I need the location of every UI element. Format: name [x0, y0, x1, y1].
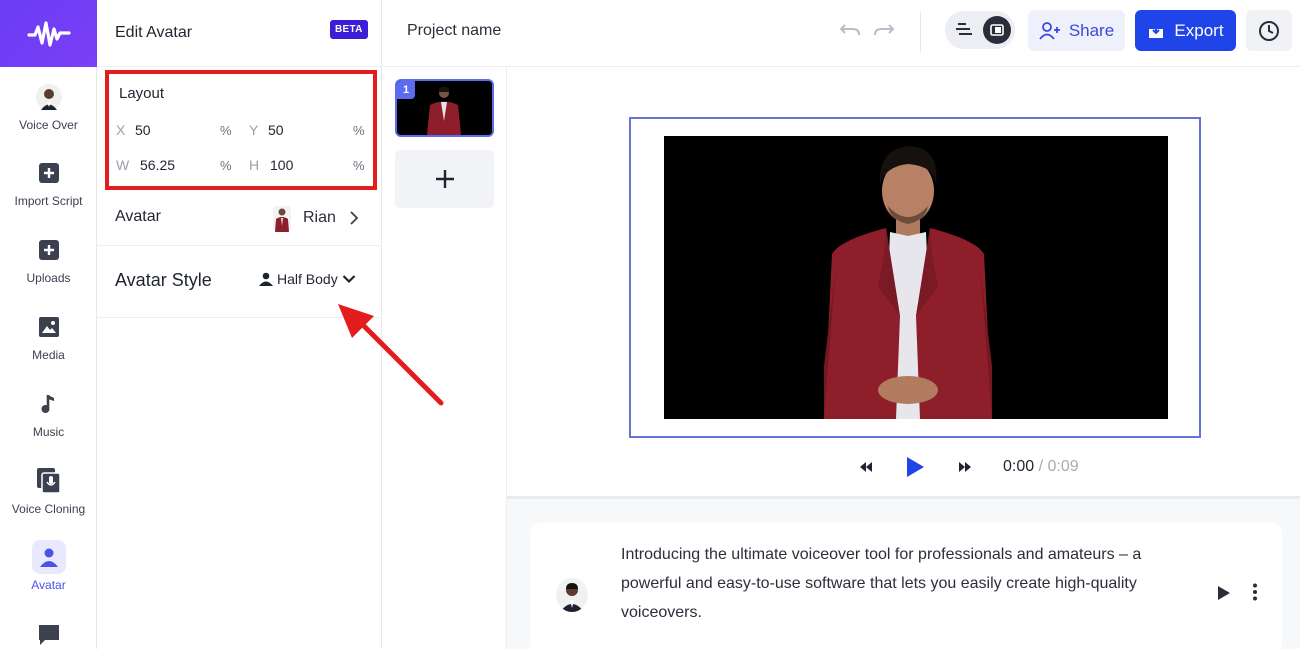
y-unit: % — [353, 123, 365, 138]
speaker-avatar[interactable] — [556, 578, 588, 612]
avatar-thumbnail — [273, 206, 291, 232]
share-label: Share — [1068, 20, 1115, 40]
slide-number: 1 — [397, 81, 415, 99]
script-card[interactable]: Introducing the ultimate voiceover tool … — [530, 523, 1282, 649]
top-bar: Project name Share Export — [382, 0, 1300, 67]
annotation-arrow — [338, 304, 444, 406]
timeline-view-icon[interactable] — [955, 21, 973, 42]
script-play-icon[interactable] — [1217, 585, 1231, 606]
rail-label: Music — [32, 425, 65, 439]
rail-media[interactable]: Media — [0, 310, 97, 362]
rail-label: Voice Over — [19, 118, 78, 132]
time-separator: / — [1034, 458, 1048, 475]
download-icon — [1149, 22, 1164, 38]
clock-icon — [1259, 20, 1279, 41]
chat-icon — [32, 618, 66, 649]
history-button[interactable] — [1246, 10, 1292, 51]
rail-label: Import Script — [14, 194, 83, 208]
rewind-icon[interactable] — [859, 460, 873, 478]
w-label: W — [116, 157, 130, 173]
avatar-style-dropdown[interactable]: Half Body — [259, 271, 356, 287]
more-options-icon[interactable] — [1252, 583, 1258, 606]
voice-cloning-icon — [32, 464, 66, 498]
rail-label: Avatar — [31, 578, 66, 592]
export-button[interactable]: Export — [1135, 10, 1236, 51]
view-toggle[interactable] — [945, 11, 1015, 49]
x-field[interactable]: X 50 — [116, 122, 151, 138]
canvas-frame[interactable] — [629, 117, 1201, 438]
rail-label: Media — [32, 348, 65, 362]
add-person-icon — [1039, 21, 1060, 40]
avatar-name: Rian — [303, 209, 336, 226]
rail-voice-over[interactable]: Voice Over — [0, 80, 97, 132]
avatar-photo-icon — [32, 80, 66, 114]
chevron-right-icon — [349, 211, 359, 230]
x-label: X — [116, 122, 126, 138]
rail-avatar[interactable]: Avatar — [0, 540, 97, 592]
export-label: Export — [1174, 20, 1224, 40]
person-icon — [259, 272, 273, 286]
x-value[interactable]: 50 — [135, 122, 151, 138]
chevron-down-icon — [342, 275, 355, 284]
w-unit: % — [220, 158, 232, 173]
image-icon — [32, 310, 66, 344]
w-value[interactable]: 56.25 — [140, 157, 175, 173]
avatar-label: Avatar — [115, 208, 161, 225]
project-name[interactable]: Project name — [407, 22, 501, 40]
rail-chat[interactable] — [0, 618, 97, 649]
rail-uploads[interactable]: Uploads — [0, 233, 97, 285]
rail-import-script[interactable]: Import Script — [0, 156, 97, 208]
share-button[interactable]: Share — [1028, 10, 1125, 51]
app-logo[interactable] — [0, 0, 97, 67]
avatar-video[interactable] — [664, 136, 1168, 419]
left-rail: Voice Over Import Script Uploads Media M… — [0, 0, 97, 649]
person-icon — [31, 540, 66, 574]
time-display: 0:00 / 0:09 — [1003, 458, 1079, 476]
avatar-selector-row[interactable]: Avatar Rian — [97, 190, 382, 246]
layout-title: Layout — [119, 85, 165, 102]
waveform-logo-icon — [26, 20, 71, 47]
panel-title: Edit Avatar — [115, 24, 193, 41]
play-icon[interactable] — [905, 456, 925, 483]
layout-section: Layout X 50 % Y 50 % W 56.25 % H 100 % — [105, 70, 377, 190]
music-note-icon — [32, 387, 66, 421]
rail-label: Uploads — [26, 271, 71, 285]
undo-icon[interactable] — [839, 21, 860, 42]
y-field[interactable]: Y 50 — [249, 122, 284, 138]
avatar-style-label: Avatar Style — [115, 270, 212, 290]
add-slide-button[interactable] — [395, 150, 494, 208]
plus-square-icon — [32, 156, 66, 190]
current-time: 0:00 — [1003, 458, 1035, 475]
plus-square-icon — [32, 233, 66, 267]
plus-icon — [435, 170, 454, 188]
h-unit: % — [353, 158, 365, 173]
playback-controls: 0:00 / 0:09 — [507, 452, 1300, 482]
h-field[interactable]: H 100 — [249, 157, 293, 173]
y-value[interactable]: 50 — [268, 122, 284, 138]
panel-header: Edit Avatar BETA — [97, 0, 381, 67]
x-unit: % — [220, 123, 232, 138]
script-area: Introducing the ultimate voiceover tool … — [507, 499, 1300, 649]
fast-forward-icon[interactable] — [958, 460, 972, 478]
avatar-figure — [664, 136, 1168, 419]
h-label: H — [249, 157, 260, 173]
y-label: Y — [249, 122, 259, 138]
slide-thumbnail[interactable]: 1 — [395, 79, 494, 137]
avatar-style-value: Half Body — [277, 271, 338, 287]
h-value[interactable]: 100 — [270, 157, 293, 173]
canvas-view-icon[interactable] — [983, 16, 1011, 44]
rail-voice-cloning[interactable]: Voice Cloning — [0, 464, 97, 516]
total-time: 0:09 — [1047, 458, 1079, 475]
beta-badge: BETA — [330, 20, 368, 39]
script-text[interactable]: Introducing the ultimate voiceover tool … — [621, 540, 1181, 627]
toolbar-divider — [920, 12, 921, 52]
rail-music[interactable]: Music — [0, 387, 97, 439]
w-field[interactable]: W 56.25 — [116, 157, 175, 173]
rail-label: Voice Cloning — [11, 502, 86, 516]
stage-area: 0:00 / 0:09 — [507, 67, 1300, 497]
redo-icon[interactable] — [874, 21, 895, 42]
